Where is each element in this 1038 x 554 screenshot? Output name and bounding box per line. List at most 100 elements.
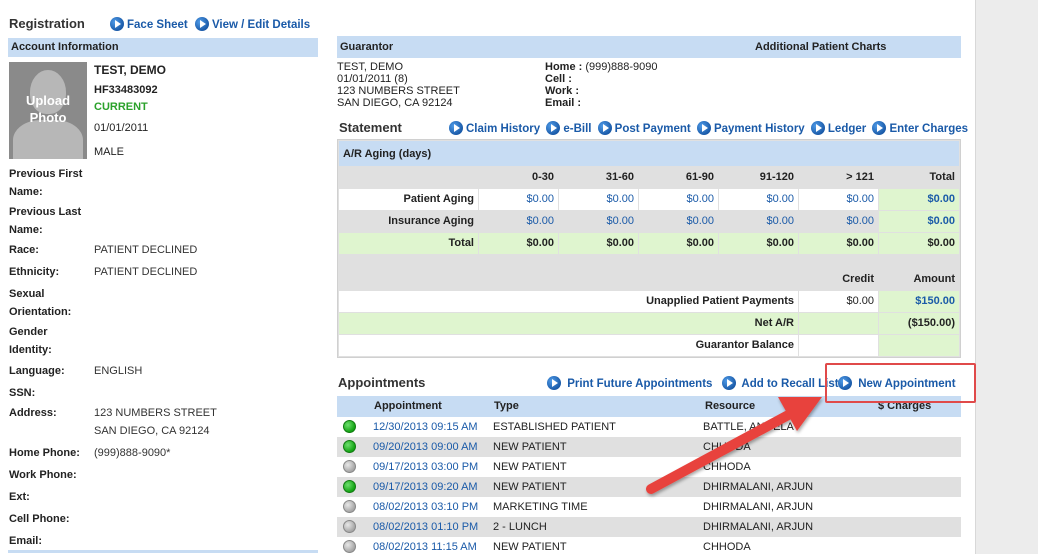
patient-aging-cell[interactable]: $0.00 (719, 189, 798, 210)
sexual-orientation-label: Sexual Orientation: (9, 288, 72, 318)
new-appointment-highlight-box (825, 363, 976, 403)
guarantor-cell-label: Cell : (545, 73, 572, 85)
aging-col-header: > 121 (799, 167, 878, 188)
view-edit-details-link[interactable]: View / Edit Details (212, 19, 310, 31)
guarantor-email-label: Email : (545, 97, 582, 109)
insurance-aging-cell[interactable]: $0.00 (559, 211, 638, 232)
guarantor-city: SAN DIEGO, CA 92124 (337, 97, 453, 109)
patient-dob: 01/01/2011 (94, 122, 149, 134)
ledger-link[interactable]: Ledger (828, 123, 866, 135)
appointment-resource: DHIRMALANI, ARJUN (703, 501, 814, 513)
appointment-datetime-link[interactable]: 09/17/2013 03:00 PM (373, 461, 478, 473)
home-phone-value: (999)888-9090* (94, 447, 171, 459)
previous-last-name-label: Previous Last Name: (9, 206, 82, 236)
registration-title: Registration (9, 16, 85, 31)
net-ar-label: Net A/R (339, 313, 798, 334)
e-bill-link[interactable]: e-Bill (563, 123, 591, 135)
guarantor-work-label: Work : (545, 85, 580, 97)
patient-aging-cell[interactable]: $0.00 (479, 189, 558, 210)
add-to-recall-list-link[interactable]: Add to Recall List (741, 378, 838, 390)
arrow-circle-icon (546, 121, 561, 135)
unapplied-credit: $0.00 (799, 291, 878, 312)
appointment-type: NEW PATIENT (493, 481, 567, 493)
patient-name: TEST, DEMO (94, 63, 167, 77)
insurance-aging-cell[interactable]: $0.00 (719, 211, 798, 232)
col-type: Type (494, 400, 519, 412)
appointment-resource: CHHODA (703, 441, 751, 453)
appointment-datetime-link[interactable]: 08/02/2013 11:15 AM (373, 541, 477, 553)
insurance-aging-cell[interactable]: $0.00 (479, 211, 558, 232)
registration-links: Face Sheet View / Edit Details (110, 17, 314, 31)
appointment-type: MARKETING TIME (493, 501, 588, 513)
guarantor-name: TEST, DEMO (337, 61, 404, 73)
post-payment-link[interactable]: Post Payment (615, 123, 691, 135)
claim-history-link[interactable]: Claim History (466, 123, 540, 135)
appointment-datetime-link[interactable]: 12/30/2013 09:15 AM (373, 421, 478, 433)
upload-photo-button[interactable]: Upload Photo (9, 62, 87, 159)
appointment-datetime-link[interactable]: 08/02/2013 01:10 PM (373, 521, 478, 533)
guarantor-info: TEST, DEMO 01/01/2011 (8) 123 NUMBERS ST… (337, 61, 460, 109)
insurance-aging-label: Insurance Aging (339, 211, 478, 232)
ssn-label: SSN: (9, 387, 36, 399)
language-value: ENGLISH (94, 365, 143, 377)
appointment-datetime-link[interactable]: 09/20/2013 09:00 AM (373, 441, 478, 453)
patient-aging-total[interactable]: $0.00 (879, 189, 959, 210)
status-dot-icon (343, 460, 356, 473)
payment-history-link[interactable]: Payment History (714, 123, 805, 135)
aging-total-cell: $0.00 (479, 233, 558, 254)
print-future-appointments-link[interactable]: Print Future Appointments (567, 378, 712, 390)
enter-charges-link[interactable]: Enter Charges (889, 123, 968, 135)
face-sheet-link[interactable]: Face Sheet (127, 19, 188, 31)
arrow-circle-icon (547, 376, 561, 390)
aging-total-cell: $0.00 (719, 233, 798, 254)
home-phone-label: Home Phone: (9, 447, 80, 459)
guarantor-balance-credit (799, 335, 878, 356)
patient-aging-cell[interactable]: $0.00 (799, 189, 878, 210)
aging-total-label: Total (339, 233, 478, 254)
insurance-aging-cell[interactable]: $0.00 (799, 211, 878, 232)
patient-aging-cell[interactable]: $0.00 (639, 189, 718, 210)
aging-total-cell: $0.00 (559, 233, 638, 254)
appointment-type: 2 - LUNCH (493, 521, 547, 533)
guarantor-home-label: Home : (545, 61, 583, 73)
status-dot-icon (343, 420, 356, 433)
ethnicity-value: PATIENT DECLINED (94, 266, 198, 278)
appointment-row: 08/02/2013 03:10 PM MARKETING TIME DHIRMAL… (337, 497, 961, 517)
insurance-aging-cell[interactable]: $0.00 (639, 211, 718, 232)
appointment-datetime-link[interactable]: 08/02/2013 03:10 PM (373, 501, 478, 513)
statement-title: Statement (339, 120, 402, 135)
status-dot-icon (343, 480, 356, 493)
appointment-resource: CHHODA (703, 541, 751, 553)
ethnicity-label: Ethnicity: (9, 266, 60, 278)
unapplied-amount[interactable]: $150.00 (879, 291, 959, 312)
insurance-aging-total[interactable]: $0.00 (879, 211, 959, 232)
additional-patient-charts-link[interactable]: Additional Patient Charts (755, 41, 886, 53)
status-dot-icon (343, 440, 356, 453)
appointment-resource: DHIRMALANI, ARJUN (703, 481, 814, 493)
credit-header: Credit (799, 269, 878, 290)
amount-header: Amount (879, 269, 959, 290)
guarantor-street: 123 NUMBERS STREET (337, 85, 460, 97)
account-information-header: Account Information (8, 38, 318, 57)
guarantor-home-value: (999)888-9090 (585, 61, 658, 73)
guarantor-dob: 01/01/2011 (8) (337, 73, 408, 85)
arrow-circle-icon (872, 121, 887, 135)
previous-first-name-label: Previous First Name: (9, 168, 83, 198)
guarantor-balance-label: Guarantor Balance (339, 335, 798, 356)
patient-aging-cell[interactable]: $0.00 (559, 189, 638, 210)
appointment-datetime-link[interactable]: 09/17/2013 09:20 AM (373, 481, 478, 493)
appointment-resource: CHHODA (703, 461, 751, 473)
arrow-circle-icon (810, 121, 825, 135)
aging-corner (339, 167, 478, 188)
ext-label: Ext: (9, 491, 30, 503)
appointment-row: 09/20/2013 09:00 AM NEW PATIENT CHHODA (337, 437, 961, 457)
aging-col-header: 61-90 (639, 167, 718, 188)
upload-photo-label: Upload Photo (25, 93, 71, 125)
aging-col-header: Total (879, 167, 959, 188)
patient-sex: MALE (94, 146, 124, 158)
patient-id: HF33483092 (94, 84, 158, 96)
appointment-row: 12/30/2013 09:15 AM ESTABLISHED PATIENT BA… (337, 417, 961, 437)
aging-col-header: 0-30 (479, 167, 558, 188)
arrow-circle-icon (721, 376, 736, 390)
aging-total-cell: $0.00 (639, 233, 718, 254)
